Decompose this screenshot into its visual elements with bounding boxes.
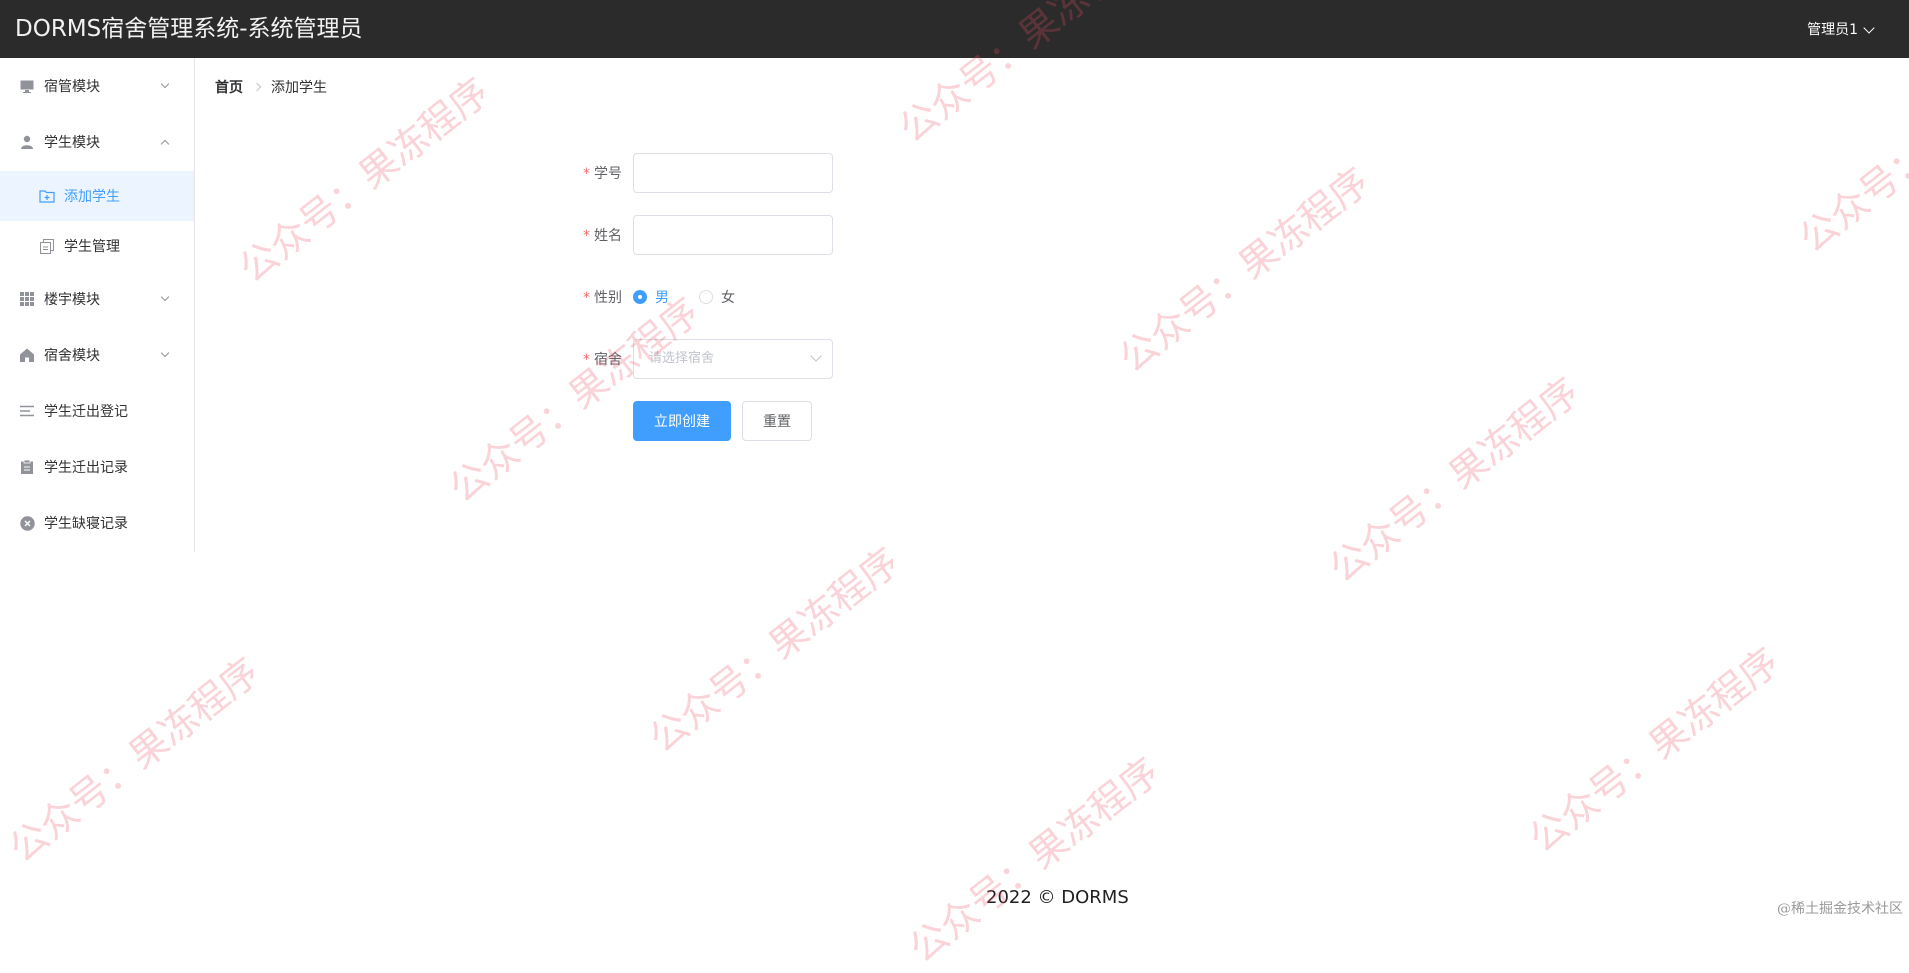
sidebar-subitem-label: 添加学生 [64, 189, 120, 205]
user-menu-dropdown[interactable]: 管理员1 [1807, 0, 1875, 60]
circle-close-icon [19, 515, 35, 531]
sidebar-item-label: 学生迁出登记 [44, 404, 128, 420]
name-label: * 姓名 [583, 228, 622, 244]
sidebar-item-label: 学生迁出记录 [44, 460, 128, 476]
breadcrumb-current: 添加学生 [271, 80, 327, 96]
user-name: 管理员1 [1807, 22, 1858, 38]
watermark: 公众号：果冻程序 [1320, 369, 1588, 592]
watermark: 公众号：果冻程序 [900, 749, 1168, 972]
sidebar-item-absence-records[interactable]: 学生缺寝记录 [0, 495, 194, 551]
sidebar-item-dormitory-module[interactable]: 宿舍模块 [0, 327, 194, 383]
sidebar-menu: 宿管模块 学生模块 添加学生 学生管理 楼宇模块 宿舍模块 学生迁出登记 学生迁… [0, 58, 195, 552]
monitor-icon [19, 78, 35, 94]
footer-copyright: 2022 © DORMS [986, 887, 1129, 908]
chevron-down-icon [160, 348, 170, 360]
breadcrumb-home-link[interactable]: 首页 [215, 77, 243, 97]
required-mark: * [583, 290, 590, 306]
house-icon [19, 347, 35, 363]
student-id-input[interactable] [633, 153, 833, 193]
sidebar-item-checkout-records[interactable]: 学生迁出记录 [0, 439, 194, 495]
sidebar-subitem-label: 学生管理 [64, 239, 120, 255]
watermark: 公众号：果冻程序 [1520, 639, 1788, 862]
watermark: 公众号：果冻程序 [640, 539, 908, 762]
form-row-gender: * 性别 男 女 [560, 277, 765, 317]
gender-radio-female[interactable]: 女 [699, 287, 735, 307]
form-row-dorm: * 宿舍 请选择宿舍 [560, 339, 833, 379]
sidebar-item-label: 学生模块 [44, 135, 100, 151]
name-input[interactable] [633, 215, 833, 255]
required-mark: * [583, 352, 590, 368]
sidebar-item-building-module[interactable]: 楼宇模块 [0, 271, 194, 327]
required-mark: * [583, 228, 590, 244]
corner-watermark: @稀土掘金技术社区 [1777, 901, 1903, 917]
clipboard-icon [19, 459, 35, 475]
chevron-up-icon [160, 137, 170, 149]
student-id-label: * 学号 [583, 166, 622, 182]
gender-radio-male[interactable]: 男 [633, 287, 669, 307]
watermark: 公众号：果冻程序 [1110, 159, 1378, 382]
sidebar-item-label: 楼宇模块 [44, 292, 100, 308]
sidebar-item-dorm-admin-module[interactable]: 宿管模块 [0, 58, 194, 114]
sidebar-subitem-student-management[interactable]: 学生管理 [0, 221, 194, 271]
dorm-select[interactable]: 请选择宿舍 [633, 339, 833, 379]
dorm-label: * 宿舍 [583, 352, 622, 368]
chevron-down-icon [160, 292, 170, 304]
required-mark: * [583, 166, 590, 182]
chevron-down-icon [1863, 22, 1875, 34]
gender-label: * 性别 [583, 290, 622, 306]
watermark: 公众号：果冻程序 [1790, 39, 1909, 262]
app-title: DORMS宿舍管理系统-系统管理员 [15, 16, 363, 42]
reset-button[interactable]: 重置 [742, 401, 812, 441]
user-icon [19, 134, 35, 150]
chevron-right-icon [252, 82, 262, 92]
form-row-name: * 姓名 [560, 215, 833, 255]
chevron-down-icon [160, 79, 170, 91]
sidebar-item-checkout-register[interactable]: 学生迁出登记 [0, 383, 194, 439]
sidebar-item-label: 宿管模块 [44, 79, 100, 95]
gender-radio-group: 男 女 [633, 277, 765, 317]
top-header: DORMS宿舍管理系统-系统管理员 管理员1 [0, 0, 1909, 58]
form-row-actions: 立即创建 重置 [560, 401, 812, 441]
sidebar-item-label: 学生缺寝记录 [44, 516, 128, 532]
folder-add-icon [39, 188, 55, 204]
sidebar-item-student-module[interactable]: 学生模块 [0, 114, 194, 170]
radio-checked-icon [633, 290, 647, 304]
list-icon [19, 403, 35, 419]
chevron-down-icon [810, 350, 822, 362]
grid-icon [19, 291, 35, 307]
create-button[interactable]: 立即创建 [633, 401, 731, 441]
watermark: 公众号：果冻程序 [0, 649, 268, 872]
document-copy-icon [39, 238, 55, 254]
form-row-student-id: * 学号 [560, 153, 833, 193]
dorm-select-placeholder: 请选择宿舍 [649, 351, 715, 366]
sidebar-subitem-add-student[interactable]: 添加学生 [0, 171, 194, 221]
sidebar-item-label: 宿舍模块 [44, 348, 100, 364]
radio-unchecked-icon [699, 290, 713, 304]
breadcrumb: 首页 添加学生 [215, 77, 327, 97]
